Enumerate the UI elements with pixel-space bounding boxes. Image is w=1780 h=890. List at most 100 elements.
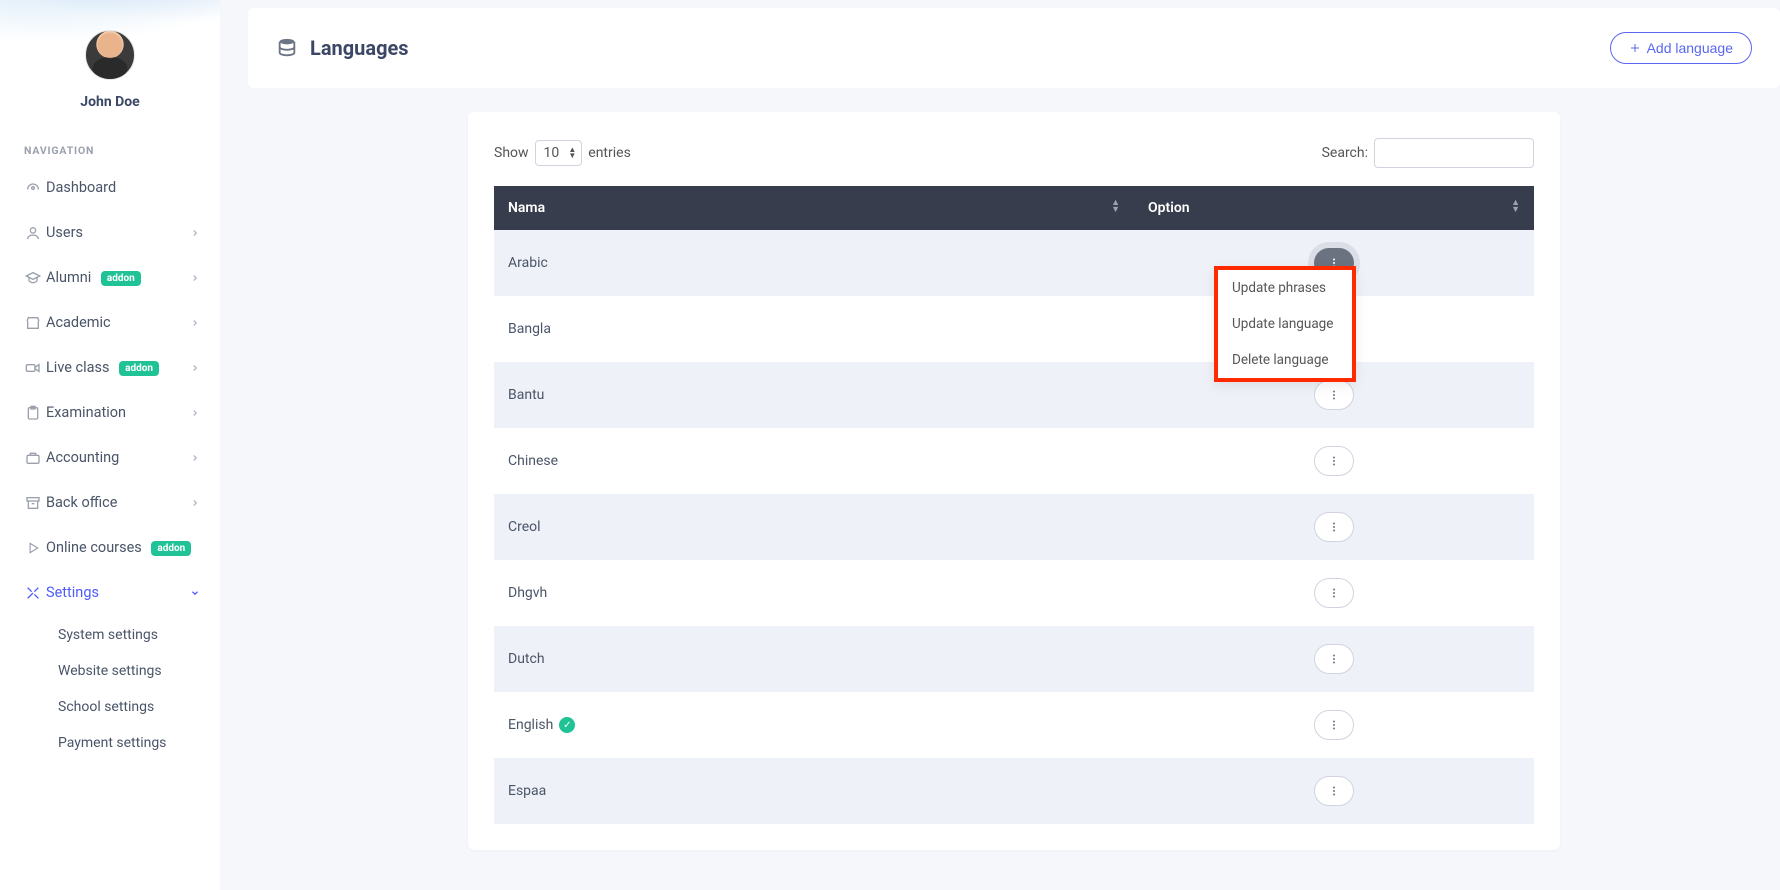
language-name-cell: English ✓: [494, 692, 1134, 758]
video-icon: [20, 360, 46, 376]
chevron-right-icon: [190, 318, 200, 328]
subnav-school-settings[interactable]: School settings: [0, 689, 220, 725]
table-row: Bangla: [494, 296, 1534, 362]
dropdown-item-delete-language[interactable]: Delete language: [1218, 342, 1352, 378]
chevron-right-icon: [190, 363, 200, 373]
row-actions-button[interactable]: [1314, 776, 1354, 806]
sidebar-item-label: Settings: [46, 584, 190, 601]
language-name-cell: Espaa: [494, 758, 1134, 824]
row-actions-button[interactable]: [1314, 710, 1354, 740]
subnav-website-settings[interactable]: Website settings: [0, 653, 220, 689]
language-name-cell: Bantu: [494, 362, 1134, 428]
table-row: Espaa: [494, 758, 1534, 824]
user-icon: [20, 225, 46, 241]
languages-table: Nama ▲▼ Option ▲▼ Arabic Update phrasesUp…: [494, 186, 1534, 824]
dropdown-item-update-phrases[interactable]: Update phrases: [1218, 270, 1352, 306]
table-row: English ✓: [494, 692, 1534, 758]
language-name: English: [508, 717, 553, 733]
option-cell: Update phrasesUpdate languageDelete lang…: [1134, 230, 1534, 296]
avatar[interactable]: [85, 30, 135, 80]
sidebar-item-label: Accounting: [46, 449, 190, 466]
sidebar-item-label: Live class addon: [46, 359, 190, 376]
dots-vertical-icon: [1328, 652, 1340, 666]
sidebar-item-examination[interactable]: Examination: [0, 390, 220, 435]
profile-name: John Doe: [0, 94, 220, 110]
sidebar-item-alumni[interactable]: Alumni addon: [0, 255, 220, 300]
row-actions-button[interactable]: [1314, 380, 1354, 410]
search-label: Search:: [1322, 145, 1368, 161]
sidebar-item-label: Academic: [46, 314, 190, 331]
table-row: Creol: [494, 494, 1534, 560]
add-language-button[interactable]: Add language: [1610, 32, 1752, 64]
sidebar-item-label: Users: [46, 224, 190, 241]
sidebar-item-label: Dashboard: [46, 179, 200, 196]
sidebar-item-accounting[interactable]: Accounting: [0, 435, 220, 480]
check-icon: ✓: [559, 717, 575, 733]
chevron-right-icon: [190, 273, 200, 283]
sidebar: John Doe NAVIGATION Dashboard Users Alum…: [0, 0, 220, 890]
table-row: Arabic Update phrasesUpdate languageDelet…: [494, 230, 1534, 296]
graduation-icon: [20, 270, 46, 286]
row-actions-button[interactable]: [1314, 446, 1354, 476]
settings-subnav: System settings Website settings School …: [0, 615, 220, 765]
sidebar-item-back-office[interactable]: Back office: [0, 480, 220, 525]
row-actions-button[interactable]: [1314, 644, 1354, 674]
language-name-cell: Dhgvh: [494, 560, 1134, 626]
language-name-cell: Arabic: [494, 230, 1134, 296]
language-name: Creol: [508, 519, 541, 535]
sidebar-item-online-courses[interactable]: Online courses addon: [0, 525, 220, 570]
length-select[interactable]: 10: [535, 140, 583, 166]
language-name: Dhgvh: [508, 585, 547, 601]
length-value: 10: [544, 145, 560, 161]
play-icon: [20, 541, 46, 555]
language-name: Dutch: [508, 651, 545, 667]
sort-icon: ▲▼: [1111, 200, 1120, 214]
option-cell: [1134, 494, 1534, 560]
profile-block: John Doe: [0, 0, 220, 128]
language-name-cell: Chinese: [494, 428, 1134, 494]
table-row: Bantu: [494, 362, 1534, 428]
subnav-payment-settings[interactable]: Payment settings: [0, 725, 220, 761]
add-language-label: Add language: [1647, 40, 1733, 56]
dots-vertical-icon: [1328, 718, 1340, 732]
row-actions-dropdown: Update phrasesUpdate languageDelete lang…: [1214, 266, 1356, 382]
dots-vertical-icon: [1328, 520, 1340, 534]
sidebar-item-label: Alumni addon: [46, 269, 190, 286]
dropdown-item-update-language[interactable]: Update language: [1218, 306, 1352, 342]
page-header: Languages Add language: [248, 8, 1780, 88]
languages-card: Show 10 ▲▼ entries Search:: [468, 112, 1560, 850]
sidebar-item-users[interactable]: Users: [0, 210, 220, 255]
col-name[interactable]: Nama ▲▼: [494, 186, 1134, 230]
gauge-icon: [20, 180, 46, 196]
search-input[interactable]: [1374, 138, 1534, 168]
addon-badge: addon: [101, 271, 141, 286]
length-control: Show 10 ▲▼ entries: [494, 145, 631, 161]
tools-icon: [20, 585, 46, 601]
dots-vertical-icon: [1328, 784, 1340, 798]
row-actions-button[interactable]: [1314, 512, 1354, 542]
row-actions-button[interactable]: [1314, 578, 1354, 608]
sidebar-item-academic[interactable]: Academic: [0, 300, 220, 345]
language-name-cell: Dutch: [494, 626, 1134, 692]
option-cell: [1134, 692, 1534, 758]
clipboard-icon: [20, 405, 46, 421]
language-name: Arabic: [508, 255, 548, 271]
table-controls: Show 10 ▲▼ entries Search:: [494, 138, 1534, 168]
sort-icon: ▲▼: [1511, 200, 1520, 214]
table-row: Dhgvh: [494, 560, 1534, 626]
dots-vertical-icon: [1328, 454, 1340, 468]
option-cell: [1134, 758, 1534, 824]
table-row: Chinese: [494, 428, 1534, 494]
language-name-cell: Creol: [494, 494, 1134, 560]
col-option[interactable]: Option ▲▼: [1134, 186, 1534, 230]
option-cell: [1134, 428, 1534, 494]
language-name: Bantu: [508, 387, 544, 403]
sidebar-item-settings[interactable]: Settings: [0, 570, 220, 615]
sidebar-item-live-class[interactable]: Live class addon: [0, 345, 220, 390]
show-label: Show: [494, 145, 529, 161]
chevron-right-icon: [190, 498, 200, 508]
subnav-system-settings[interactable]: System settings: [0, 617, 220, 653]
chevron-down-icon: [190, 588, 200, 598]
option-cell: [1134, 626, 1534, 692]
sidebar-item-dashboard[interactable]: Dashboard: [0, 165, 220, 210]
